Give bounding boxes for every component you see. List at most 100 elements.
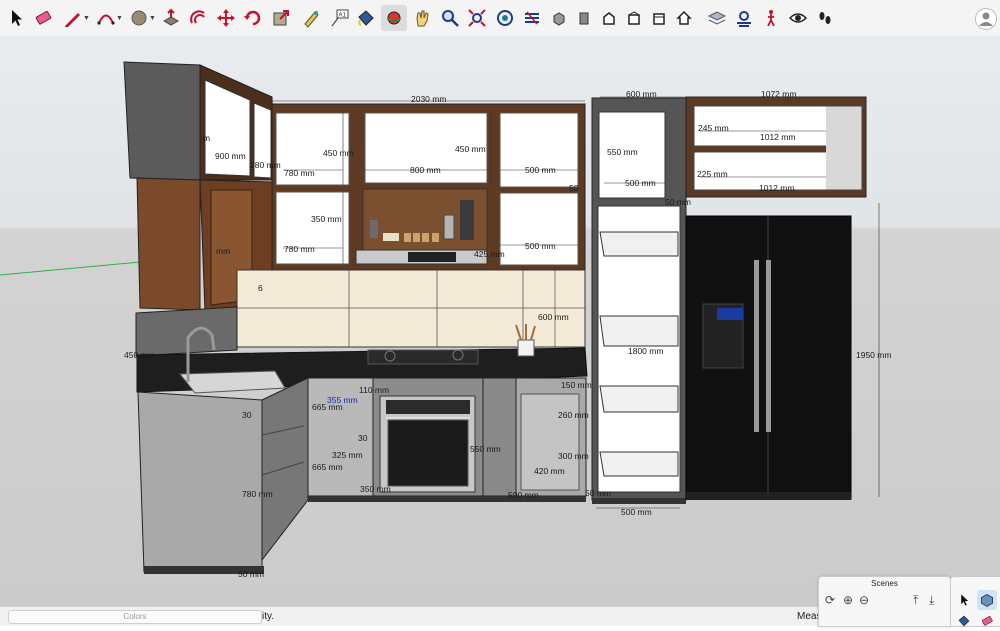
section-plane-tool-button[interactable] <box>492 5 518 31</box>
move-up-icon[interactable]: ⤒ <box>913 593 918 608</box>
dim-sink-665-b: 665 mm <box>312 462 343 472</box>
arc-dropdown-icon[interactable]: ▼ <box>116 15 123 22</box>
add-icon[interactable]: ⊕ <box>843 593 853 607</box>
remove-icon[interactable]: ⊖ <box>859 593 869 607</box>
dim-upper-mid-w: 800 mm <box>410 165 441 175</box>
dim-top-total: 2030 mm <box>411 94 446 104</box>
dim-sink-780: 780 mm <box>242 489 273 499</box>
eye-icon <box>788 13 808 23</box>
dim-drawer-420: 420 mm <box>534 466 565 476</box>
dim-hood-w: 425 mm <box>474 249 505 259</box>
pan-tool-button[interactable] <box>409 5 435 31</box>
dim-base-325: 325 mm <box>332 450 363 460</box>
text-tool-button[interactable]: A1 <box>326 5 352 31</box>
eraser-tool-button[interactable] <box>30 5 56 31</box>
tray-components[interactable] <box>977 590 997 610</box>
dim-drawer-260: 260 mm <box>558 410 589 420</box>
rotate-tool-button[interactable] <box>240 5 266 31</box>
shadows-button[interactable] <box>731 5 757 31</box>
profile-icon[interactable] <box>975 8 997 30</box>
shelf-spice-1 <box>404 233 411 242</box>
zoom-tool-button[interactable] <box>437 5 463 31</box>
dim-upper-right-w2: 500 mm <box>525 241 556 251</box>
back-view-button[interactable] <box>646 5 672 31</box>
tape-measure-tool-button[interactable] <box>298 5 324 31</box>
shelf-box <box>383 233 399 241</box>
range-hood-vent <box>408 252 456 262</box>
offset-icon <box>190 10 205 24</box>
zoom-extents-tool-button[interactable] <box>464 5 490 31</box>
move-down-icon[interactable]: ⤓ <box>929 593 934 608</box>
shape-dropdown-icon[interactable]: ▼ <box>149 15 156 22</box>
top-view-button[interactable] <box>571 5 597 31</box>
dim-drawer-50: 50 mm <box>585 488 611 498</box>
refresh-icon[interactable]: ⟳ <box>825 593 835 607</box>
home-view-button[interactable] <box>671 5 697 31</box>
dim-tall-top-h: 550 mm <box>607 147 638 157</box>
circle-icon <box>131 10 147 26</box>
push-pull-tool-button[interactable] <box>158 5 184 31</box>
solid-tools-button[interactable] <box>704 5 730 31</box>
back-view-icon <box>653 13 665 25</box>
dim-backsplash-h: 600 mm <box>538 312 569 322</box>
dim-shelf-1012-b: 1012 mm <box>759 183 794 193</box>
scenes-panel-title: Scenes <box>871 579 898 588</box>
position-camera-button[interactable] <box>812 5 838 31</box>
walk-tool-button[interactable] <box>758 5 784 31</box>
dim-shelf-1012-a: 1012 mm <box>760 132 795 142</box>
paint-bucket-icon <box>958 615 970 627</box>
shelf-appliance <box>460 200 474 240</box>
model-viewport[interactable]: 2030 mm 900 mm 280 mm 780 mm 780 mm 450 … <box>0 36 1000 606</box>
upper-corner-lower-door-left <box>136 177 201 311</box>
tray-paint[interactable] <box>954 611 974 631</box>
dim-shelf-245: 245 mm <box>698 123 729 133</box>
dim-base-30: 30 <box>358 433 368 443</box>
dim-tall-gap: 50 mm <box>665 197 691 207</box>
svg-text:A1: A1 <box>339 13 347 19</box>
paint-bucket-tool-button[interactable] <box>353 5 379 31</box>
front-view-icon <box>603 12 615 25</box>
look-around-tool-button[interactable] <box>785 5 811 31</box>
base-narrow-door <box>482 377 517 497</box>
colors-panel-tab[interactable]: Colors <box>8 610 262 624</box>
dim-upper-mid-lower-h: 350 mm <box>311 214 342 224</box>
iso-view-button[interactable] <box>546 5 572 31</box>
section-display-tool-button[interactable] <box>519 5 545 31</box>
select-tool-button[interactable] <box>3 5 29 31</box>
move-tool-button[interactable] <box>213 5 239 31</box>
dim-sink-50: 50 mm <box>238 569 264 579</box>
scale-tool-button[interactable] <box>268 5 294 31</box>
shelf-spice-4 <box>432 233 439 242</box>
rotate-icon <box>244 10 261 26</box>
green-axis <box>0 261 141 276</box>
kitchen-model: 2030 mm 900 mm 280 mm 780 mm 780 mm 450 … <box>0 61 891 579</box>
sink-cabinet-side <box>261 377 309 562</box>
tool-tray <box>950 576 1000 627</box>
right-view-button[interactable] <box>621 5 647 31</box>
top-view-icon <box>579 12 589 25</box>
utensil-holder <box>517 339 535 357</box>
offset-tool-button[interactable] <box>185 5 211 31</box>
dim-upper-left-shelf2: 780 mm <box>284 244 315 254</box>
upper-cell-d <box>499 112 579 188</box>
orbit-icon <box>387 11 401 25</box>
eraser-icon <box>981 616 993 626</box>
text-icon: A1 <box>331 9 349 27</box>
shelf-spice-3 <box>422 233 429 242</box>
arrow-pointer-icon <box>961 594 969 606</box>
tray-eraser[interactable] <box>977 611 997 631</box>
dim-base-355: 355 mm <box>327 395 358 405</box>
upper-cell-e <box>499 192 579 266</box>
line-dropdown-icon[interactable]: ▼ <box>83 15 90 22</box>
orbit-tool-button[interactable] <box>381 5 407 31</box>
front-view-button[interactable] <box>596 5 622 31</box>
dim-base-350: 350 mm <box>360 484 391 494</box>
fridge-handle-left <box>754 260 759 432</box>
tray-select-tool[interactable] <box>954 590 974 610</box>
footprints-icon <box>819 12 831 24</box>
dim-label-mm-left: mm <box>216 246 230 256</box>
paint-bucket-icon <box>358 10 374 26</box>
dim-label-6-left: 6 <box>258 283 263 293</box>
shadows-icon <box>737 11 751 27</box>
main-toolbar: ▼ ▼ ▼ A1 <box>0 0 1000 37</box>
